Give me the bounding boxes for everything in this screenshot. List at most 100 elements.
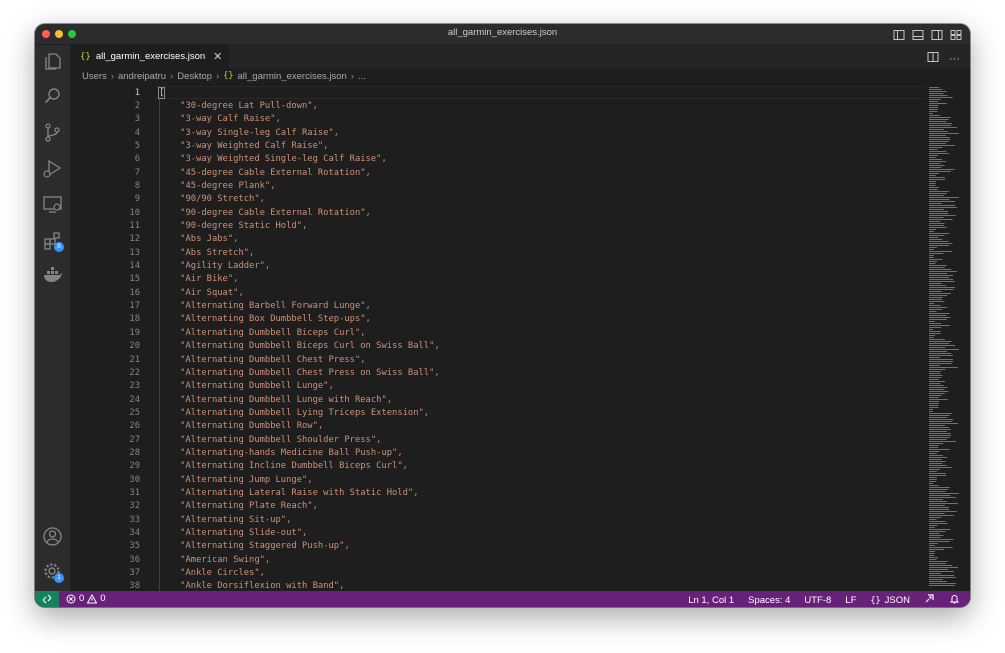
line-number[interactable]: 18 <box>70 313 142 326</box>
feedback-icon[interactable] <box>924 593 935 607</box>
code-editor[interactable]: 1 2 3 4 5 6 7 8 9 10 11 12 13 14 15 16 17 18 19 20 21 22 23 24 2… <box>70 85 970 591</box>
code-line[interactable]: "American Swing", <box>159 554 270 567</box>
code-line[interactable]: "Alternating Barbell Forward Lunge", <box>159 300 371 313</box>
minimap[interactable] <box>925 85 970 591</box>
code-line[interactable]: "Agility Ladder", <box>159 260 270 273</box>
line-number[interactable]: 26 <box>70 420 142 433</box>
breadcrumb-desktop[interactable]: Desktop <box>177 71 212 82</box>
code-line[interactable]: "Ankle Dorsiflexion with Band", <box>159 580 344 591</box>
code-line[interactable]: "Alternating Sit-up", <box>159 514 291 527</box>
breadcrumb-symbols[interactable]: ... <box>358 71 366 82</box>
code-line[interactable]: "Air Bike", <box>159 273 238 286</box>
source-control-icon[interactable] <box>42 122 63 143</box>
line-number[interactable]: 3 <box>70 113 142 126</box>
code-line[interactable]: "Alternating Plate Reach", <box>159 500 318 513</box>
code-line[interactable]: "Air Squat", <box>159 287 244 300</box>
line-number[interactable]: 10 <box>70 207 142 220</box>
code-line[interactable]: "3-way Weighted Single-leg Calf Raise", <box>159 153 387 166</box>
code-line[interactable]: "Alternating Dumbbell Lunge with Reach", <box>159 394 392 407</box>
indentation-setting[interactable]: Spaces: 4 <box>748 595 790 606</box>
toggle-secondary-sidebar-icon[interactable] <box>931 28 943 40</box>
run-and-debug-icon[interactable] <box>42 158 63 179</box>
line-number[interactable]: 24 <box>70 394 142 407</box>
line-number[interactable]: 5 <box>70 140 142 153</box>
code-line[interactable]: "3-way Weighted Calf Raise", <box>159 140 328 153</box>
line-number[interactable]: 34 <box>70 527 142 540</box>
breadcrumb-file[interactable]: all_garmin_exercises.json <box>238 71 347 82</box>
code-line[interactable]: "Alternating Lateral Raise with Static H… <box>159 487 418 500</box>
line-number[interactable]: 4 <box>70 127 142 140</box>
line-number[interactable]: 36 <box>70 554 142 567</box>
encoding-setting[interactable]: UTF-8 <box>804 595 831 606</box>
breadcrumb-andreipatru[interactable]: andreipatru <box>118 71 166 82</box>
line-number[interactable]: 37 <box>70 567 142 580</box>
line-number[interactable]: 14 <box>70 260 142 273</box>
code-line[interactable]: "Alternating Dumbbell Shoulder Press", <box>159 434 381 447</box>
line-number[interactable]: 32 <box>70 500 142 513</box>
code-line[interactable]: "Alternating Slide-out", <box>159 527 307 540</box>
remote-indicator-button[interactable] <box>35 591 59 607</box>
code-line[interactable]: "Alternating Dumbbell Lying Triceps Exte… <box>159 407 429 420</box>
toggle-panel-icon[interactable] <box>912 28 924 40</box>
close-tab-icon[interactable]: ✕ <box>213 50 222 63</box>
line-number[interactable]: 9 <box>70 193 142 206</box>
line-number[interactable]: 22 <box>70 367 142 380</box>
line-number[interactable]: 30 <box>70 474 142 487</box>
code-line[interactable]: "Alternating Dumbbell Lunge", <box>159 380 334 393</box>
code-line[interactable]: "Alternating Dumbbell Chest Press on Swi… <box>159 367 440 380</box>
problems-indicator[interactable]: 0 0 <box>66 593 106 604</box>
accounts-icon[interactable] <box>42 526 63 547</box>
code-line[interactable]: "90-degree Cable External Rotation", <box>159 207 371 220</box>
code-line[interactable]: "Alternating Dumbbell Row", <box>159 420 323 433</box>
cursor-position[interactable]: Ln 1, Col 1 <box>688 595 734 606</box>
customize-layout-icon[interactable] <box>950 28 962 40</box>
code-line[interactable]: "Alternating Dumbbell Chest Press", <box>159 354 365 367</box>
line-number[interactable]: 11 <box>70 220 142 233</box>
toggle-primary-sidebar-icon[interactable] <box>893 28 905 40</box>
line-number[interactable]: 29 <box>70 460 142 473</box>
code-line[interactable]: "Alternating Staggered Push-up", <box>159 540 350 553</box>
code-line[interactable]: "Alternating Dumbbell Biceps Curl on Swi… <box>159 340 440 353</box>
notifications-bell-icon[interactable] <box>949 593 960 607</box>
code-line[interactable]: "Alternating Box Dumbbell Step-ups", <box>159 313 371 326</box>
explorer-icon[interactable] <box>42 51 63 72</box>
extensions-icon[interactable]: 8 <box>42 230 64 252</box>
line-number[interactable]: 33 <box>70 514 142 527</box>
line-number[interactable]: 23 <box>70 380 142 393</box>
code-line[interactable]: "45-degree Plank", <box>159 180 275 193</box>
code-line[interactable]: "Alternating Incline Dumbbell Biceps Cur… <box>159 460 408 473</box>
code-line[interactable]: "Ankle Circles", <box>159 567 265 580</box>
line-number[interactable]: 25 <box>70 407 142 420</box>
eol-setting[interactable]: LF <box>845 595 856 606</box>
line-number[interactable]: 35 <box>70 540 142 553</box>
code-line[interactable]: [ <box>157 86 166 100</box>
breadcrumb-users[interactable]: Users <box>82 71 107 82</box>
code-line[interactable]: "3-way Single-leg Calf Raise", <box>159 127 339 140</box>
code-line[interactable]: "Alternating Jump Lunge", <box>159 474 312 487</box>
line-number[interactable]: 7 <box>70 167 142 180</box>
tab-all-garmin-exercises-json[interactable]: {} all_garmin_exercises.json ✕ <box>70 45 229 68</box>
line-number[interactable]: 16 <box>70 287 142 300</box>
code-line[interactable]: "90/90 Stretch", <box>159 193 265 206</box>
line-number[interactable]: 28 <box>70 447 142 460</box>
line-number[interactable]: 13 <box>70 247 142 260</box>
code-line[interactable]: "45-degree Cable External Rotation", <box>159 167 371 180</box>
code-line[interactable]: "3-way Calf Raise", <box>159 113 281 126</box>
line-number[interactable]: 12 <box>70 233 142 246</box>
line-number-gutter[interactable]: 1 2 3 4 5 6 7 8 9 10 11 12 13 14 15 16 17 18 19 20 21 22 23 24 2… <box>70 85 142 592</box>
line-number[interactable]: 27 <box>70 434 142 447</box>
code-line[interactable]: "90-degree Static Hold", <box>159 220 307 233</box>
line-number[interactable]: 31 <box>70 487 142 500</box>
line-number[interactable]: 19 <box>70 327 142 340</box>
line-number[interactable]: 21 <box>70 354 142 367</box>
search-icon[interactable] <box>42 86 63 107</box>
split-editor-icon[interactable] <box>927 50 939 68</box>
manage-gear-icon[interactable]: 1 <box>42 561 64 583</box>
docker-icon[interactable] <box>42 265 63 286</box>
line-number[interactable]: 38 <box>70 580 142 591</box>
line-number[interactable]: 6 <box>70 153 142 166</box>
code-line[interactable]: "Abs Stretch", <box>159 247 254 260</box>
code-line[interactable]: "Abs Jabs", <box>159 233 238 246</box>
code-line[interactable]: "Alternating Dumbbell Biceps Curl", <box>159 327 365 340</box>
line-number[interactable]: 20 <box>70 340 142 353</box>
